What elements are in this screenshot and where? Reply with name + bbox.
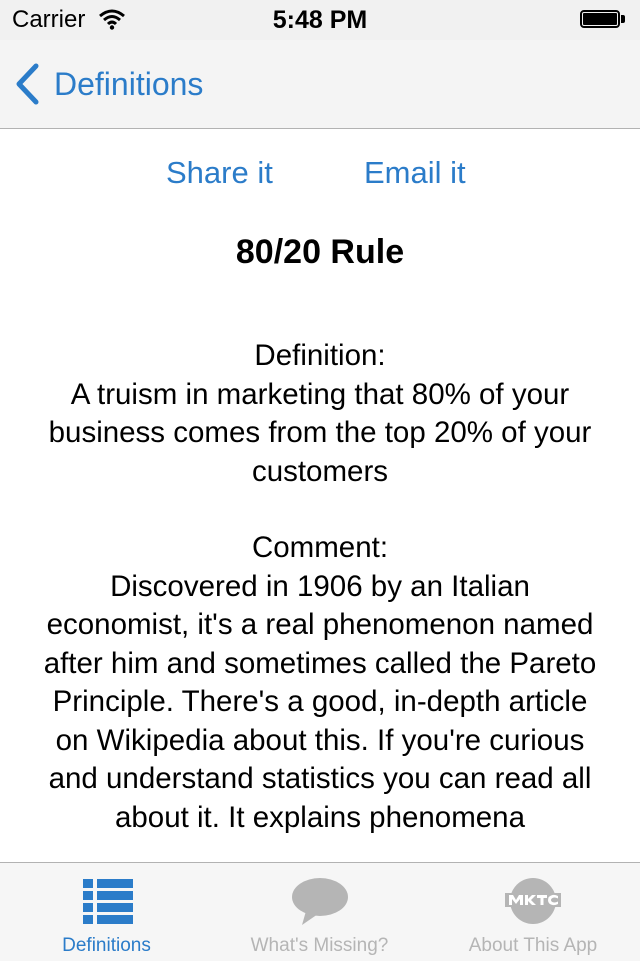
tab-about-this-app[interactable]: About This App: [426, 863, 640, 961]
definition-text: A truism in marketing that 80% of your b…: [48, 377, 592, 488]
status-bar: Carrier 5:48 PM: [0, 0, 640, 40]
email-button[interactable]: Email it: [364, 155, 466, 191]
list-icon: [82, 879, 133, 924]
clock-time: 5:48 PM: [272, 6, 368, 34]
back-button[interactable]: Definitions: [14, 60, 203, 108]
back-button-label: Definitions: [54, 65, 204, 102]
tab-label: Definitions: [62, 935, 151, 956]
speech-bubble-icon: [291, 878, 348, 925]
tab-whats-missing[interactable]: What's Missing?: [213, 863, 426, 961]
back-chevron-icon: [16, 63, 39, 105]
comment-heading: Comment:: [251, 531, 389, 564]
comment-section: Comment: Discovered in 1906 by an Italia…: [40, 529, 600, 837]
comment-text: Discovered in 1906 by an Italian economi…: [43, 569, 597, 834]
mktc-logo-icon: [505, 878, 561, 924]
tab-definitions[interactable]: Definitions: [0, 863, 213, 961]
definition-heading: Definition:: [254, 339, 386, 372]
term-title: 80/20 Rule: [235, 233, 405, 271]
battery-icon: [580, 10, 626, 30]
tab-bar: Definitions What's Missing? About This A…: [0, 862, 640, 961]
navigation-bar: Definitions: [0, 40, 640, 129]
share-actions: Share it Email it: [0, 155, 640, 199]
tab-label: What's Missing?: [250, 935, 389, 956]
tab-label: About This App: [468, 935, 598, 956]
definition-content[interactable]: Share it Email it 80/20 Rule Definition:…: [0, 129, 640, 862]
definition-section: Definition: A truism in marketing that 8…: [40, 337, 600, 491]
share-button[interactable]: Share it: [166, 155, 273, 191]
